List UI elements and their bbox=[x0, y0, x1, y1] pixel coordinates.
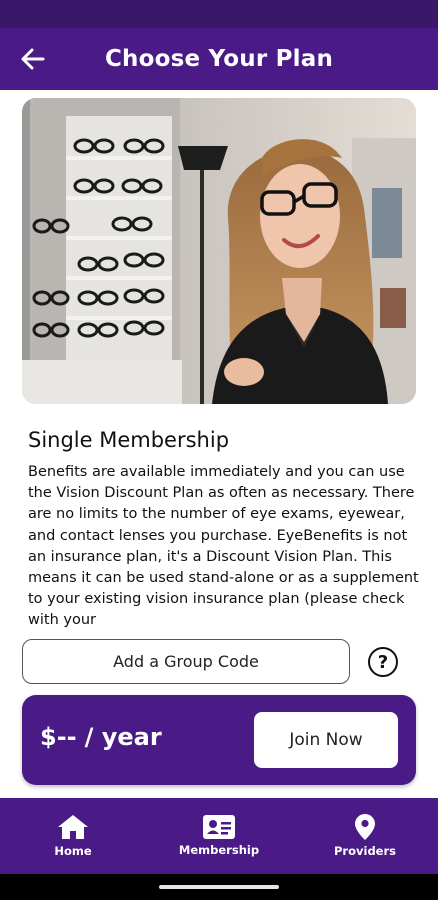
plan-title: Single Membership bbox=[28, 428, 230, 452]
plan-description-container[interactable]: Benefits are available immediately and y… bbox=[28, 462, 420, 627]
status-bar bbox=[0, 0, 438, 28]
join-now-button[interactable]: Join Now bbox=[254, 712, 398, 768]
bottom-nav: Home Membership Providers bbox=[0, 798, 438, 874]
hero-image bbox=[22, 98, 416, 404]
system-gesture-area bbox=[0, 874, 438, 900]
home-indicator[interactable] bbox=[159, 885, 279, 889]
id-card-icon bbox=[203, 815, 235, 839]
price-period: / year bbox=[84, 723, 162, 751]
location-pin-icon bbox=[355, 814, 375, 840]
nav-label-home: Home bbox=[54, 844, 92, 858]
price-card: $-- / year Join Now bbox=[22, 695, 416, 785]
nav-item-providers[interactable]: Providers bbox=[292, 798, 438, 874]
optical-store-photo bbox=[22, 98, 416, 404]
price-display: $-- / year bbox=[40, 723, 162, 751]
nav-label-membership: Membership bbox=[178, 843, 260, 857]
plan-description: Benefits are available immediately and y… bbox=[28, 464, 419, 627]
app-header: Choose Your Plan bbox=[0, 28, 438, 90]
back-button[interactable] bbox=[16, 42, 50, 76]
nav-item-home[interactable]: Home bbox=[0, 798, 146, 874]
page-title: Choose Your Plan bbox=[104, 46, 334, 72]
arrow-left-icon bbox=[21, 48, 45, 70]
home-icon bbox=[58, 815, 88, 839]
add-group-code-button[interactable]: Add a Group Code bbox=[22, 639, 350, 684]
nav-label-providers: Providers bbox=[334, 844, 396, 858]
nav-item-membership[interactable]: Membership bbox=[146, 798, 292, 874]
question-circle-icon[interactable]: ? bbox=[368, 647, 398, 677]
price-amount: $-- bbox=[40, 723, 77, 751]
